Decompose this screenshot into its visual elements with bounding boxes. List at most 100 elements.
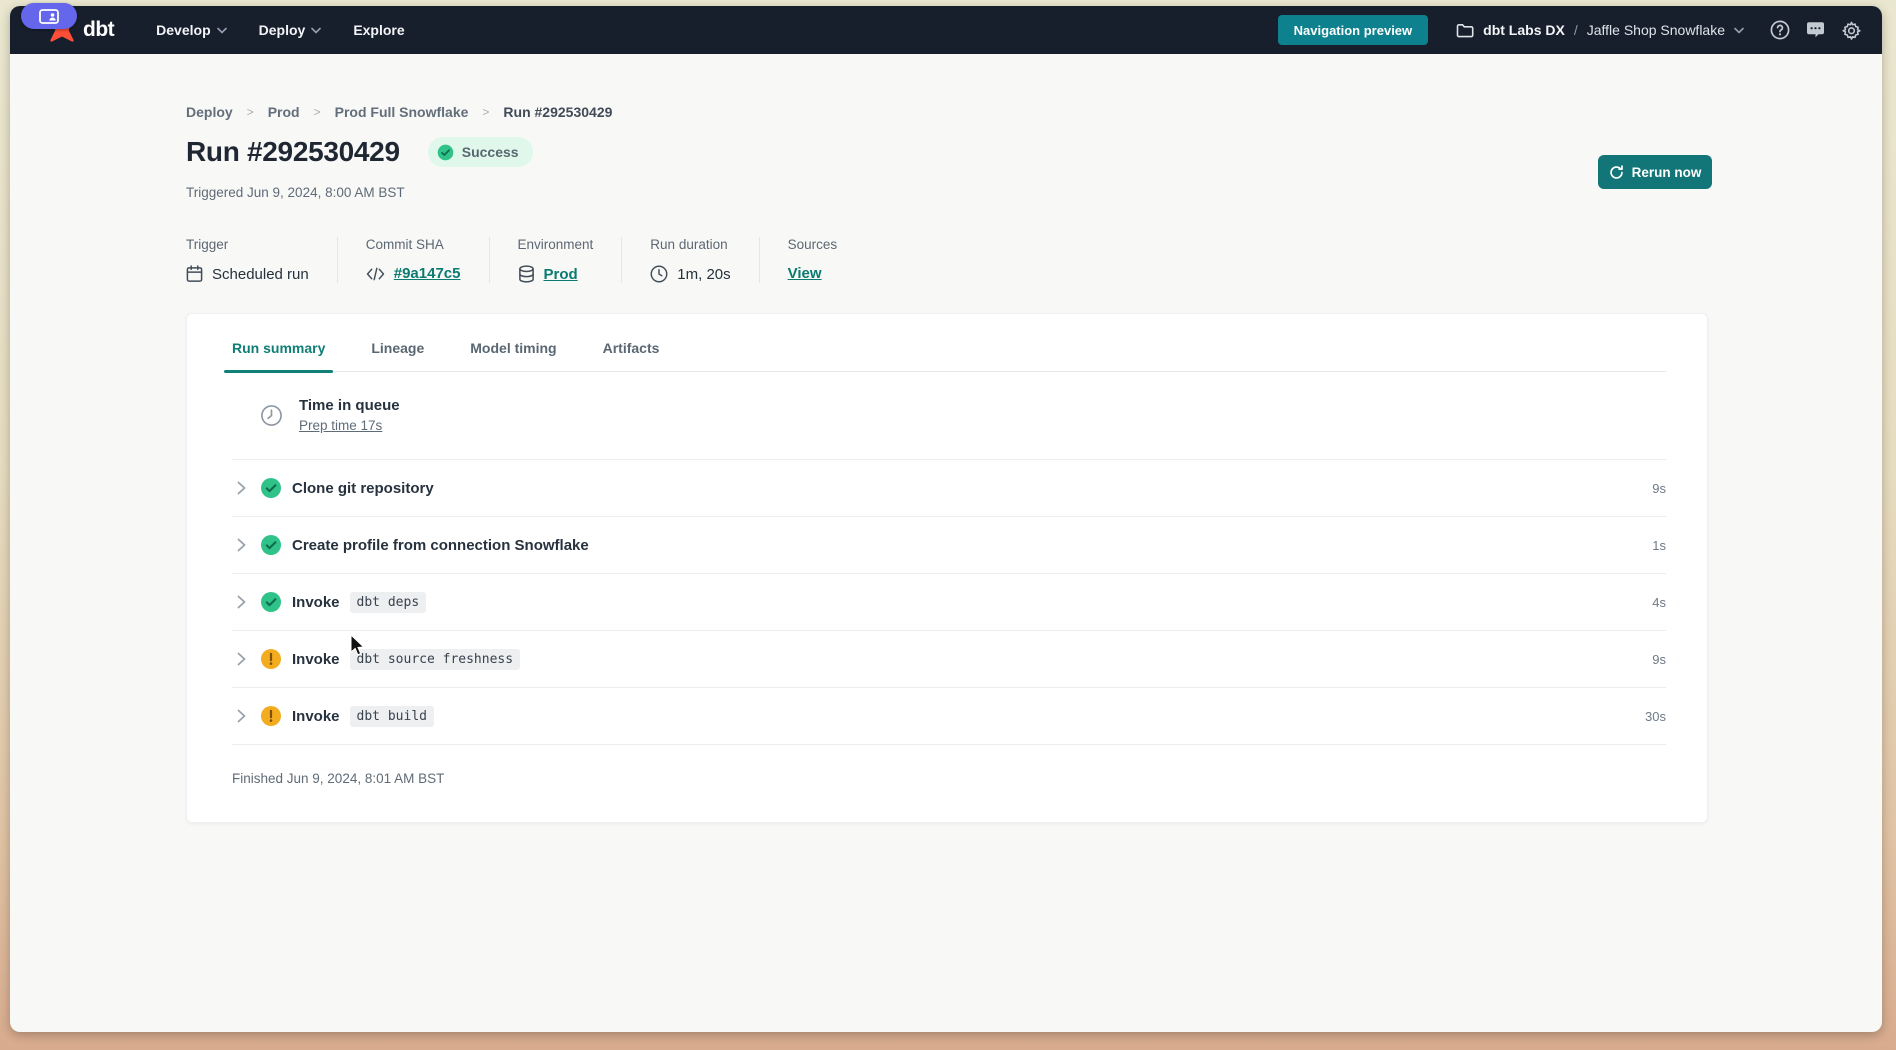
chevron-down-icon xyxy=(311,27,321,34)
commit-sha-link[interactable]: #9a147c5 xyxy=(394,265,461,282)
chevron-right-icon[interactable] xyxy=(237,481,246,495)
success-icon xyxy=(261,535,281,555)
step-row-dbt-deps[interactable]: Invoke dbt deps 4s xyxy=(232,574,1666,631)
step-duration: 9s xyxy=(1652,481,1666,496)
finished-timestamp: Finished Jun 9, 2024, 8:01 AM BST xyxy=(232,771,1666,786)
status-badge: Success xyxy=(428,137,533,167)
nav-item-develop[interactable]: Develop xyxy=(144,14,238,46)
calendar-icon xyxy=(186,265,203,283)
rerun-now-label: Rerun now xyxy=(1632,165,1702,180)
status-badge-label: Success xyxy=(462,144,519,160)
nav-item-explore[interactable]: Explore xyxy=(341,14,416,46)
run-summary-card: Run summary Lineage Model timing Artifac… xyxy=(186,313,1708,823)
step-row-clone-git[interactable]: Clone git repository 9s xyxy=(232,460,1666,517)
sources-view-link[interactable]: View xyxy=(788,265,822,282)
breadcrumb-run: Run #292530429 xyxy=(503,104,612,120)
nav-menus: Develop Deploy Explore xyxy=(144,14,417,46)
chevron-down-icon xyxy=(217,27,227,34)
meta-run-duration: Run duration 1m, 20s xyxy=(622,237,759,283)
screen-share-icon xyxy=(39,9,59,24)
meta-label: Sources xyxy=(788,237,838,252)
step-duration: 1s xyxy=(1652,538,1666,553)
page-title: Run #292530429 xyxy=(186,134,400,170)
meta-label: Commit SHA xyxy=(366,237,461,252)
breadcrumb-separator: > xyxy=(247,105,254,119)
step-row-source-freshness[interactable]: Invoke dbt source freshness 9s xyxy=(232,631,1666,688)
warning-icon xyxy=(261,706,281,726)
chevron-right-icon[interactable] xyxy=(237,538,246,552)
meta-commit-sha: Commit SHA #9a147c5 xyxy=(338,237,490,283)
success-icon xyxy=(261,592,281,612)
folder-icon xyxy=(1456,23,1474,38)
step-duration: 9s xyxy=(1652,652,1666,667)
dbt-logo-text: dbt xyxy=(83,18,114,42)
step-command-chip: dbt deps xyxy=(350,592,427,613)
code-icon xyxy=(366,267,385,281)
step-command-chip: dbt source freshness xyxy=(350,649,521,670)
tab-run-summary[interactable]: Run summary xyxy=(232,340,325,371)
step-duration: 4s xyxy=(1652,595,1666,610)
navbar-icon-group xyxy=(1770,20,1862,41)
run-meta-row: Trigger Scheduled run Commit SHA xyxy=(186,237,1882,283)
database-icon xyxy=(518,265,535,283)
help-icon[interactable] xyxy=(1770,20,1790,40)
warning-icon xyxy=(261,649,281,669)
chevron-right-icon[interactable] xyxy=(237,709,246,723)
environment-link[interactable]: Prod xyxy=(544,266,578,283)
meta-value-text: 1m, 20s xyxy=(677,266,730,283)
screen-share-badge[interactable] xyxy=(21,3,77,29)
chevron-right-icon[interactable] xyxy=(237,595,246,609)
tab-model-timing[interactable]: Model timing xyxy=(470,340,556,371)
meta-label: Run duration xyxy=(650,237,730,252)
tab-artifacts[interactable]: Artifacts xyxy=(603,340,660,371)
step-label: Create profile from connection Snowflake xyxy=(292,537,589,554)
account-separator: / xyxy=(1574,22,1578,38)
meta-value-text: Scheduled run xyxy=(212,266,309,283)
step-label: Invoke xyxy=(292,594,340,611)
feedback-icon[interactable] xyxy=(1805,21,1826,40)
prep-time-link[interactable]: Prep time 17s xyxy=(299,418,382,433)
settings-gear-icon[interactable] xyxy=(1841,20,1862,41)
step-command-chip: dbt build xyxy=(350,706,434,727)
meta-trigger: Trigger Scheduled run xyxy=(186,237,338,283)
rerun-now-button[interactable]: Rerun now xyxy=(1598,155,1712,189)
breadcrumb-prod[interactable]: Prod xyxy=(268,104,300,120)
top-navbar: dbt Develop Deploy Explore Navigation pr… xyxy=(10,6,1882,54)
run-tabs: Run summary Lineage Model timing Artifac… xyxy=(232,314,1666,372)
chevron-down-icon xyxy=(1734,27,1744,34)
queue-title: Time in queue xyxy=(299,397,400,414)
step-label: Invoke xyxy=(292,651,340,668)
meta-environment: Environment Prod xyxy=(490,237,623,283)
breadcrumb-deploy[interactable]: Deploy xyxy=(186,104,233,120)
success-check-icon xyxy=(437,144,454,161)
tab-lineage[interactable]: Lineage xyxy=(371,340,424,371)
step-row-create-profile[interactable]: Create profile from connection Snowflake… xyxy=(232,517,1666,574)
account-project-switcher[interactable]: dbt Labs DX / Jaffle Shop Snowflake xyxy=(1456,22,1744,38)
nav-item-deploy[interactable]: Deploy xyxy=(247,14,334,46)
nav-item-label: Explore xyxy=(353,22,404,38)
mouse-cursor xyxy=(349,634,367,658)
step-duration: 30s xyxy=(1645,709,1666,724)
breadcrumb-separator: > xyxy=(314,105,321,119)
nav-item-label: Deploy xyxy=(259,22,306,38)
queue-clock-icon xyxy=(260,404,283,427)
account-name: dbt Labs DX xyxy=(1483,22,1565,38)
success-icon xyxy=(261,478,281,498)
time-in-queue-row: Time in queue Prep time 17s xyxy=(232,372,1666,460)
screenshot-frame: dbt Develop Deploy Explore Navigation pr… xyxy=(0,0,1896,1050)
meta-label: Environment xyxy=(518,237,594,252)
breadcrumb: Deploy > Prod > Prod Full Snowflake > Ru… xyxy=(186,104,1882,120)
step-label: Clone git repository xyxy=(292,480,434,497)
breadcrumb-job[interactable]: Prod Full Snowflake xyxy=(335,104,469,120)
navigation-preview-button[interactable]: Navigation preview xyxy=(1278,15,1428,45)
project-name: Jaffle Shop Snowflake xyxy=(1587,22,1725,38)
refresh-icon xyxy=(1609,165,1624,180)
step-row-dbt-build[interactable]: Invoke dbt build 30s xyxy=(232,688,1666,745)
clock-icon xyxy=(650,265,668,283)
chevron-right-icon[interactable] xyxy=(237,652,246,666)
breadcrumb-separator: > xyxy=(482,105,489,119)
nav-item-label: Develop xyxy=(156,22,210,38)
meta-label: Trigger xyxy=(186,237,309,252)
meta-sources: Sources View xyxy=(760,237,866,283)
step-label: Invoke xyxy=(292,708,340,725)
